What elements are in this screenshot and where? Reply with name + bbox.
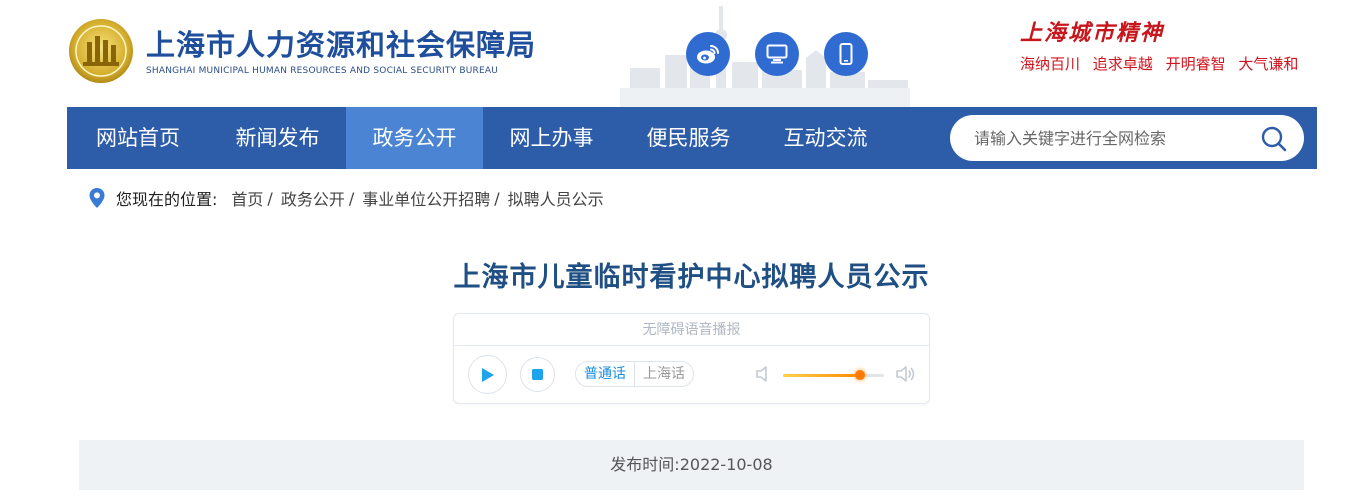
volume-slider-handle[interactable]: [854, 370, 865, 380]
nav-item-online-services[interactable]: 网上办事: [483, 107, 620, 169]
mobile-icon: [839, 43, 853, 65]
search-input[interactable]: [974, 115, 1244, 161]
location-pin-icon: [89, 188, 105, 208]
weibo-icon: [697, 45, 719, 64]
volume-high-icon[interactable]: [894, 363, 916, 385]
breadcrumb-item-government-affairs[interactable]: 政务公开: [281, 186, 345, 210]
player-heading: 无障碍语音播报: [454, 314, 929, 346]
publish-label: 发布时间:: [610, 455, 680, 474]
site-header: 上海市人力资源和社会保障局 SHANGHAI MUNICIPAL HUMAN R…: [0, 0, 1359, 107]
stop-button[interactable]: [520, 357, 555, 392]
site-subtitle: SHANGHAI MUNICIPAL HUMAN RESOURCES AND S…: [146, 66, 499, 76]
nav-item-government-affairs[interactable]: 政务公开: [346, 107, 483, 169]
breadcrumb-separator: /: [494, 188, 500, 208]
nav-item-public-services[interactable]: 便民服务: [620, 107, 757, 169]
breadcrumb-item-home[interactable]: 首页: [231, 186, 263, 210]
breadcrumb-label: 您现在的位置:: [116, 190, 218, 209]
play-button[interactable]: [468, 355, 507, 394]
play-icon: [481, 367, 494, 382]
city-spirit-words: 海纳百川 追求卓越 开明睿智 大气谦和: [1020, 53, 1306, 74]
breadcrumb: 您现在的位置: 首页 / 政务公开 / 事业单位公开招聘 / 拟聘人员公示: [88, 186, 604, 210]
spirit-word: 海纳百川: [1020, 55, 1081, 73]
article-title: 上海市儿童临时看护中心拟聘人员公示: [453, 262, 930, 293]
weibo-button[interactable]: [686, 32, 730, 76]
nav-item-interaction[interactable]: 互动交流: [757, 107, 894, 169]
accessibility-audio-player: 无障碍语音播报 普通话 上海话: [453, 313, 930, 404]
city-spirit-title: 上海城市精神: [1020, 20, 1165, 46]
volume-low-icon[interactable]: [753, 363, 775, 385]
monitor-icon: [766, 44, 788, 64]
breadcrumb-separator: /: [348, 188, 355, 208]
spirit-word: 开明睿智: [1165, 55, 1226, 73]
breadcrumb-separator: /: [267, 188, 273, 208]
page: 上海市人力资源和社会保障局 SHANGHAI MUNICIPAL HUMAN R…: [0, 0, 1359, 502]
publish-date: 2022-10-08: [679, 455, 773, 474]
site-title[interactable]: 上海市人力资源和社会保障局: [146, 22, 536, 64]
volume-slider[interactable]: [783, 370, 884, 380]
language-option-mandarin[interactable]: 普通话: [576, 362, 634, 386]
volume-slider-fill: [783, 374, 860, 377]
mobile-site-button[interactable]: [824, 32, 868, 76]
breadcrumb-item-current[interactable]: 拟聘人员公示: [508, 186, 604, 210]
spirit-word: 大气谦和: [1238, 55, 1299, 73]
site-search: [950, 115, 1304, 161]
breadcrumb-item-recruitment[interactable]: 事业单位公开招聘: [362, 186, 490, 210]
search-icon[interactable]: [1260, 125, 1288, 153]
spirit-word: 追求卓越: [1092, 55, 1153, 73]
article-meta-bar: 发布时间:2022-10-08: [79, 440, 1304, 490]
bureau-logo-icon[interactable]: [67, 18, 135, 84]
desktop-site-button[interactable]: [755, 32, 799, 76]
language-option-shanghainese[interactable]: 上海话: [634, 362, 693, 386]
nav-item-home[interactable]: 网站首页: [67, 107, 209, 169]
stop-icon: [532, 369, 543, 380]
nav-item-news[interactable]: 新闻发布: [209, 107, 346, 169]
language-switch: 普通话 上海话: [575, 361, 694, 387]
main-nav: 网站首页 新闻发布 政务公开 网上办事 便民服务 互动交流: [67, 107, 1317, 169]
